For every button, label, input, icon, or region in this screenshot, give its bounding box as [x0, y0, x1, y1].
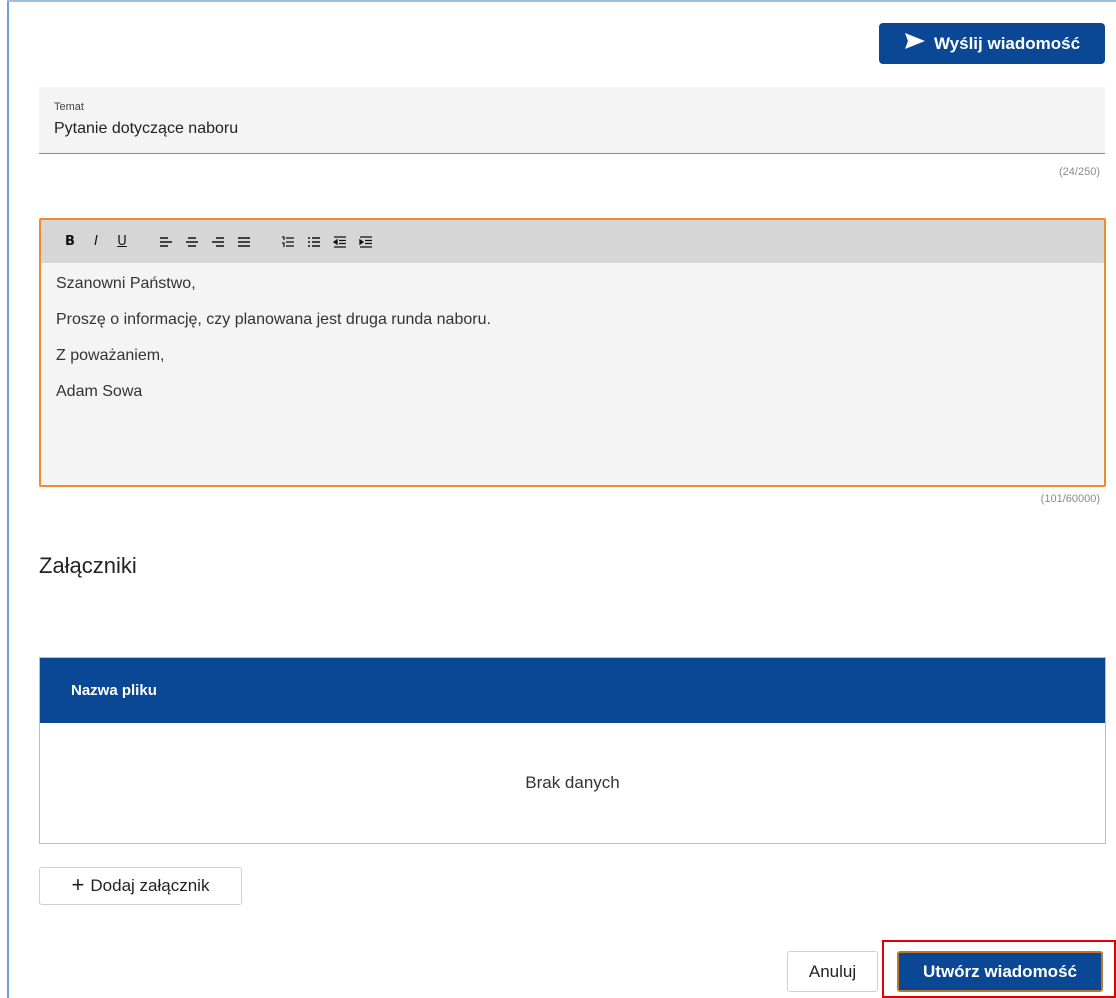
editor-line: Szanowni Państwo, [56, 275, 196, 292]
underline-button[interactable]: U [109, 231, 135, 253]
indent-icon [359, 235, 372, 248]
align-right-button[interactable] [205, 231, 231, 253]
page-frame-left [7, 0, 9, 998]
create-message-button[interactable]: Utwórz wiadomość [897, 951, 1103, 992]
align-center-button[interactable] [179, 231, 205, 253]
ordered-list-button[interactable] [275, 231, 301, 253]
subject-char-counter: (24/250) [1059, 166, 1100, 178]
bold-button[interactable]: B [57, 231, 83, 253]
align-left-button[interactable] [153, 231, 179, 253]
indent-button[interactable] [353, 231, 379, 253]
align-justify-button[interactable] [231, 231, 257, 253]
editor-content[interactable]: Szanowni Państwo, Proszę o informację, c… [41, 263, 1104, 485]
italic-button[interactable]: I [83, 231, 109, 253]
add-attachment-button[interactable]: + Dodaj załącznik [39, 867, 242, 905]
editor-line: Proszę o informację, czy planowana jest … [56, 311, 491, 328]
unordered-list-icon [308, 236, 320, 247]
underline-icon: U [117, 234, 127, 249]
cancel-label: Anuluj [808, 961, 857, 981]
column-header-filename[interactable]: Nazwa pliku [71, 682, 157, 699]
align-left-icon [160, 236, 172, 247]
outdent-button[interactable] [327, 231, 353, 253]
empty-state-text: Brak danych [525, 773, 620, 792]
add-attachment-label: Dodaj załącznik [90, 876, 210, 895]
table-header: Nazwa pliku [40, 658, 1105, 723]
italic-icon: I [94, 234, 98, 249]
align-center-icon [186, 236, 198, 247]
create-message-label: Utwórz wiadomość [923, 961, 1077, 981]
plus-icon: + [71, 872, 85, 897]
table-empty-state: Brak danych [40, 723, 1105, 843]
align-right-icon [212, 236, 224, 247]
cancel-button[interactable]: Anuluj [787, 951, 878, 992]
send-message-label: Wyślij wiadomość [933, 33, 1081, 53]
send-message-button[interactable]: Wyślij wiadomość [879, 23, 1105, 64]
send-icon [904, 32, 926, 55]
message-char-counter: (101/60000) [1040, 493, 1100, 505]
message-editor[interactable]: B I U Szanowni Państwo, Proszę o informa [39, 218, 1106, 487]
editor-line: Z poważaniem, [56, 347, 165, 364]
bold-icon: B [65, 234, 75, 249]
attachments-table: Nazwa pliku Brak danych [39, 657, 1106, 844]
unordered-list-button[interactable] [301, 231, 327, 253]
subject-input[interactable]: Pytanie dotyczące naboru [54, 120, 238, 138]
ordered-list-icon [282, 235, 294, 247]
editor-toolbar: B I U [41, 220, 1104, 263]
outdent-icon [333, 235, 346, 248]
align-justify-icon [238, 236, 250, 247]
subject-label: Temat [54, 101, 84, 113]
editor-line: Adam Sowa [56, 383, 143, 400]
attachments-title: Załączniki [39, 553, 137, 578]
subject-field[interactable]: Temat Pytanie dotyczące naboru [39, 87, 1105, 154]
page-frame-top [7, 0, 1116, 2]
